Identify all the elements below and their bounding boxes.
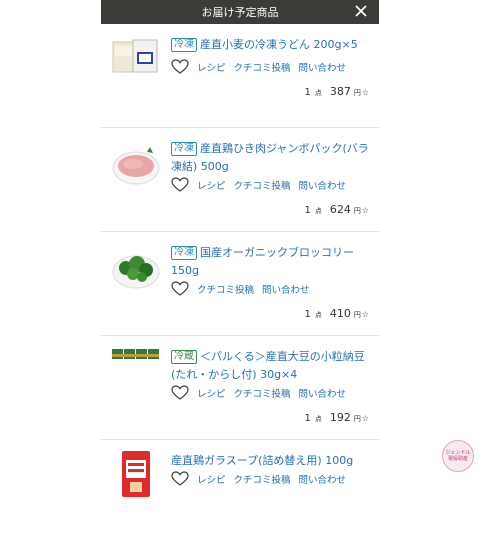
quantity-price: 1 点 410 円 ☆ <box>304 307 369 320</box>
heart-icon[interactable] <box>171 281 189 297</box>
quantity: 1 <box>304 87 311 98</box>
inquiry-link[interactable]: 問い合わせ <box>299 60 347 74</box>
yen-unit: 円 <box>353 89 361 97</box>
quantity-unit: 点 <box>314 207 322 215</box>
modal-title: お届け予定商品 <box>201 6 279 19</box>
product-title[interactable]: 冷蔵 ＜パルくる＞産直大豆の小粒納豆(たれ・からし付) 30g×4 <box>171 348 369 384</box>
review-link[interactable]: クチコミ投稿 <box>234 60 291 74</box>
product-title[interactable]: 冷凍 国産オーガニックブロッコリー150g <box>171 244 369 280</box>
heart-icon[interactable] <box>171 59 189 75</box>
chilled-badge: 冷蔵 <box>171 350 197 364</box>
product-name[interactable]: 産直鶏ひき肉ジャンボパック(バラ凍結) 500g <box>171 142 369 173</box>
yen-unit: 円 <box>353 207 361 215</box>
list-item: 冷蔵 ＜パルくる＞産直大豆の小粒納豆(たれ・からし付) 30g×4 レシピ クチコ… <box>101 336 379 440</box>
heart-icon[interactable] <box>171 177 189 193</box>
recipe-link[interactable]: レシピ <box>197 472 226 486</box>
review-link[interactable]: クチコミ投稿 <box>234 386 291 400</box>
product-name[interactable]: 国産オーガニックブロッコリー150g <box>171 246 354 277</box>
quantity: 1 <box>304 205 311 216</box>
frozen-badge: 冷凍 <box>171 38 197 52</box>
price: 624 <box>329 203 351 216</box>
review-link[interactable]: クチコミ投稿 <box>197 282 254 296</box>
tax-mark: ☆ <box>361 310 369 319</box>
product-title[interactable]: 冷凍 産直鶏ひき肉ジャンボパック(バラ凍結) 500g <box>171 140 369 176</box>
product-name[interactable]: 産直鶏ガラスープ(詰め替え用) 100g <box>171 454 353 467</box>
inquiry-link[interactable]: 問い合わせ <box>299 386 347 400</box>
inquiry-link[interactable]: 問い合わせ <box>299 472 347 486</box>
tax-mark: ☆ <box>361 206 369 215</box>
product-image-udon[interactable] <box>111 36 161 80</box>
tax-mark: ☆ <box>361 88 369 97</box>
review-link[interactable]: クチコミ投稿 <box>234 472 291 486</box>
quantity: 1 <box>304 309 311 320</box>
frozen-badge: 冷凍 <box>171 142 197 156</box>
product-title[interactable]: 産直鶏ガラスープ(詰め替え用) 100g <box>171 452 369 470</box>
inquiry-link[interactable]: 問い合わせ <box>262 282 310 296</box>
quantity-unit: 点 <box>314 415 322 423</box>
quantity-price: 1 点 192 円 ☆ <box>304 411 369 424</box>
list-item: 冷凍 産直小麦の冷凍うどん 200g×5 レシピ クチコミ投稿 問い合わせ 1 点… <box>101 24 379 128</box>
frozen-badge: 冷凍 <box>171 246 197 260</box>
overlay-badge: ジェンドル 現役助産 <box>442 440 474 472</box>
quantity-price: 1 点 387 円 ☆ <box>304 85 369 98</box>
quantity-unit: 点 <box>314 89 322 97</box>
heart-icon[interactable] <box>171 471 189 487</box>
product-list: 冷凍 産直小麦の冷凍うどん 200g×5 レシピ クチコミ投稿 問い合わせ 1 点… <box>101 24 379 543</box>
overlay-line2: 現役助産 <box>447 456 468 462</box>
price: 387 <box>329 85 351 98</box>
list-item: 冷凍 産直鶏ひき肉ジャンボパック(バラ凍結) 500g レシピ クチコミ投稿 問い… <box>101 128 379 232</box>
price: 410 <box>329 307 351 320</box>
product-image-broccoli[interactable] <box>111 248 161 292</box>
recipe-link[interactable]: レシピ <box>197 60 226 74</box>
list-item: 冷凍 国産オーガニックブロッコリー150g クチコミ投稿 問い合わせ 1 点 41… <box>101 232 379 336</box>
inquiry-link[interactable]: 問い合わせ <box>299 178 347 192</box>
product-image-minced-chicken[interactable] <box>111 144 161 188</box>
review-link[interactable]: クチコミ投稿 <box>234 178 291 192</box>
close-icon[interactable] <box>353 1 369 21</box>
product-image-natto[interactable] <box>111 346 161 390</box>
price: 192 <box>329 411 351 424</box>
quantity-price: 1 点 624 円 ☆ <box>304 203 369 216</box>
list-item: 産直鶏ガラスープ(詰め替え用) 100g レシピ クチコミ投稿 問い合わせ <box>101 440 379 543</box>
modal-header: お届け予定商品 <box>101 0 379 24</box>
product-name[interactable]: ＜パルくる＞産直大豆の小粒納豆(たれ・からし付) 30g×4 <box>171 350 365 381</box>
recipe-link[interactable]: レシピ <box>197 386 226 400</box>
quantity: 1 <box>304 413 311 424</box>
product-title[interactable]: 冷凍 産直小麦の冷凍うどん 200g×5 <box>171 36 369 54</box>
tax-mark: ☆ <box>361 414 369 423</box>
yen-unit: 円 <box>353 415 361 423</box>
product-name[interactable]: 産直小麦の冷凍うどん 200g×5 <box>200 38 358 51</box>
quantity-unit: 点 <box>314 311 322 319</box>
heart-icon[interactable] <box>171 385 189 401</box>
recipe-link[interactable]: レシピ <box>197 178 226 192</box>
product-image-chicken-soup[interactable] <box>121 450 151 498</box>
yen-unit: 円 <box>353 311 361 319</box>
